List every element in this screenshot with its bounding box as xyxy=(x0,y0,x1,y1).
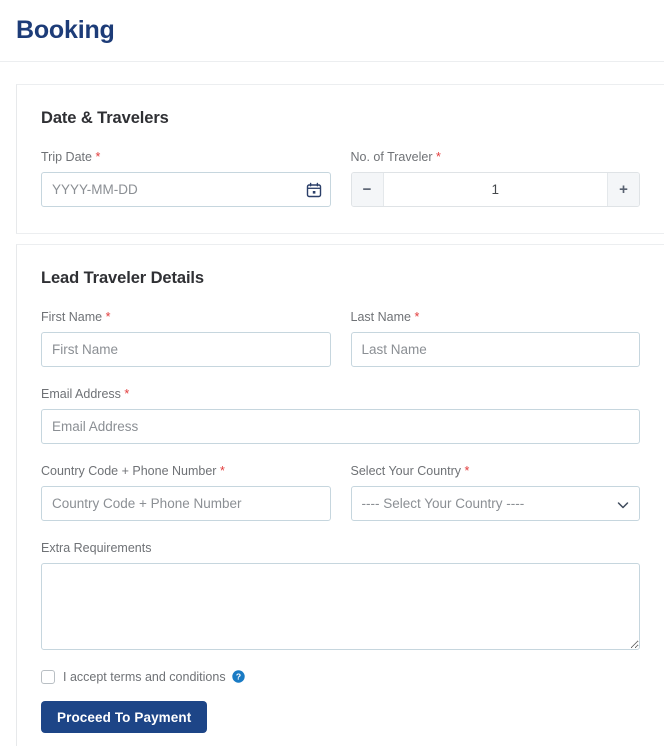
extra-requirements-label: Extra Requirements xyxy=(41,541,152,555)
increment-traveler-button[interactable]: + xyxy=(607,173,639,206)
num-traveler-label-text: No. of Traveler xyxy=(350,150,433,164)
name-row: First Name * Last Name * xyxy=(41,310,640,367)
date-travelers-row: Trip Date * YYYY-MM-DD No. of Traveler *… xyxy=(41,150,640,207)
help-circle-icon[interactable]: ? xyxy=(232,670,245,683)
last-name-field: Last Name * xyxy=(350,310,641,367)
email-label: Email Address * xyxy=(41,387,640,402)
traveler-quantity-stepper: − + xyxy=(350,172,640,207)
num-traveler-field: No. of Traveler * − + xyxy=(350,150,641,207)
phone-field: Country Code + Phone Number * xyxy=(41,464,331,521)
last-name-label: Last Name * xyxy=(351,310,641,325)
country-label-text: Select Your Country xyxy=(350,464,462,478)
num-traveler-label: No. of Traveler * xyxy=(351,150,641,165)
phone-input[interactable] xyxy=(41,486,331,521)
country-label: Select Your Country * xyxy=(351,464,641,479)
section-title-lead-traveler: Lead Traveler Details xyxy=(41,269,204,287)
page-title: Booking xyxy=(16,16,115,44)
section-title-date-travelers: Date & Travelers xyxy=(41,109,169,127)
first-name-input[interactable] xyxy=(41,332,331,367)
first-name-field: First Name * xyxy=(41,310,331,367)
trip-date-input-wrap xyxy=(41,172,331,207)
date-travelers-card: Date & Travelers Trip Date * YYYY-MM-DD … xyxy=(16,84,664,234)
first-name-label-text: First Name xyxy=(41,310,103,324)
extra-requirements-field: Extra Requirements xyxy=(41,541,640,650)
email-input[interactable] xyxy=(41,409,640,444)
email-field: Email Address * xyxy=(41,387,640,444)
proceed-to-payment-button[interactable]: Proceed To Payment xyxy=(41,701,208,733)
trip-date-label: Trip Date * xyxy=(41,150,331,165)
first-name-label: First Name * xyxy=(41,310,331,325)
terms-row: I accept terms and conditions ? xyxy=(41,670,640,684)
calendar-icon[interactable] xyxy=(306,182,322,198)
page-header: Booking xyxy=(0,0,664,62)
email-label-text: Email Address xyxy=(41,387,121,401)
trip-date-required-mark: * xyxy=(95,150,101,164)
last-name-input[interactable] xyxy=(350,332,640,367)
extra-requirements-textarea[interactable] xyxy=(41,563,640,650)
phone-label-text: Country Code + Phone Number xyxy=(41,464,217,478)
phone-required-mark: * xyxy=(219,464,225,478)
country-select[interactable]: ---- Select Your Country ---- xyxy=(350,486,640,521)
trip-date-field: Trip Date * xyxy=(41,150,331,207)
booking-page: Booking Date & Travelers Trip Date * YYY… xyxy=(0,0,664,746)
accept-terms-label-text: I accept terms and conditions xyxy=(63,670,226,684)
trip-date-label-text: Trip Date xyxy=(41,150,92,164)
email-row: Email Address * xyxy=(41,387,640,444)
country-select-wrap: ---- Select Your Country ---- xyxy=(350,486,640,521)
extra-requirements-row: Extra Requirements xyxy=(41,541,640,650)
accept-terms-label[interactable]: I accept terms and conditions ? xyxy=(63,670,245,684)
num-traveler-required-mark: * xyxy=(435,150,441,164)
trip-date-input[interactable] xyxy=(41,172,331,207)
country-field: Select Your Country * ---- Select Your C… xyxy=(350,464,641,521)
country-required-mark: * xyxy=(464,464,470,478)
first-name-required-mark: * xyxy=(105,310,111,324)
decrement-traveler-button[interactable]: − xyxy=(351,173,384,206)
last-name-required-mark: * xyxy=(414,310,420,324)
lead-traveler-card: Lead Traveler Details First Name * Last … xyxy=(16,244,664,746)
email-required-mark: * xyxy=(124,387,130,401)
phone-country-row: Country Code + Phone Number * Select You… xyxy=(41,464,640,521)
traveler-count-input[interactable] xyxy=(383,173,607,206)
phone-label: Country Code + Phone Number * xyxy=(41,464,331,479)
last-name-label-text: Last Name xyxy=(350,310,411,324)
accept-terms-checkbox[interactable] xyxy=(41,670,55,684)
svg-text:?: ? xyxy=(236,672,241,682)
